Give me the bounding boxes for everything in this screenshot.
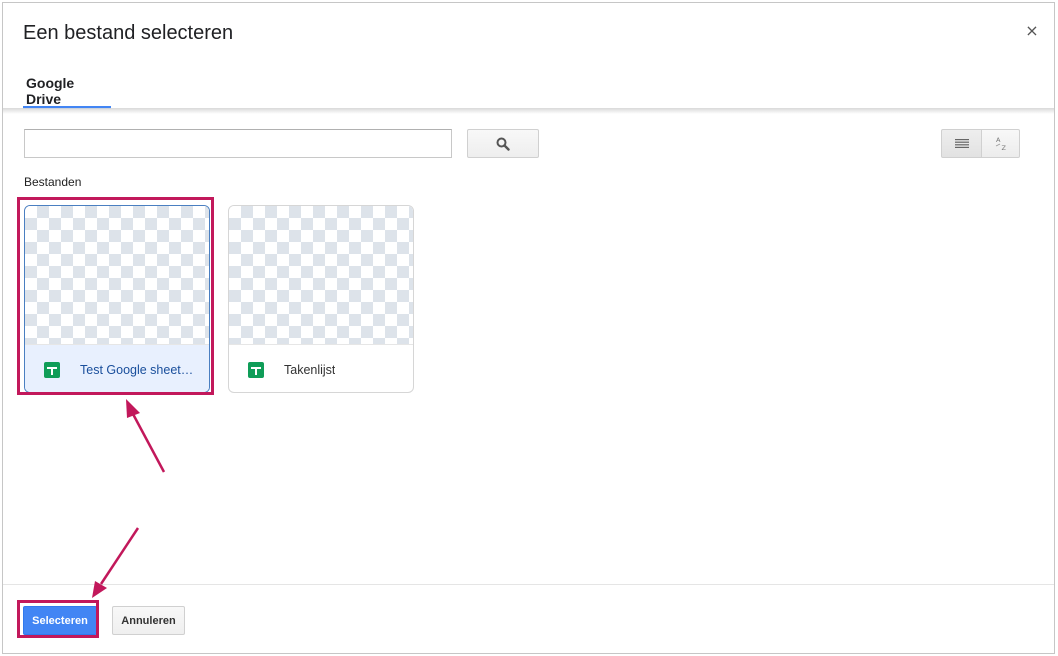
- file-name: Takenlijst: [284, 362, 336, 377]
- search-button[interactable]: [467, 129, 539, 158]
- cancel-button[interactable]: Annuleren: [112, 606, 185, 635]
- list-view-button[interactable]: [941, 129, 982, 158]
- sheets-icon: [248, 361, 264, 378]
- view-options: A Z: [941, 129, 1020, 158]
- file-card-takenlijst[interactable]: Takenlijst: [228, 205, 414, 393]
- dialog-title: Een bestand selecteren: [23, 22, 234, 44]
- search-input[interactable]: [24, 129, 452, 158]
- sort-button[interactable]: A Z: [982, 129, 1020, 158]
- sort-az-icon: A Z: [995, 136, 1006, 152]
- files-section-label: Bestanden: [24, 175, 82, 189]
- file-thumbnail: [229, 206, 413, 344]
- file-picker-dialog: Een bestand selecteren × Google Drive A …: [2, 2, 1055, 654]
- select-button[interactable]: Selecteren: [23, 606, 97, 635]
- file-card-footer: Test Google sheet…: [25, 344, 209, 392]
- footer-divider: [3, 584, 1054, 585]
- tab-google-drive[interactable]: Google Drive: [23, 63, 111, 109]
- file-card-test-google-sheet[interactable]: Test Google sheet…: [24, 205, 210, 393]
- file-thumbnail: [25, 206, 209, 344]
- list-view-icon: [954, 138, 969, 148]
- svg-text:A: A: [996, 136, 1001, 144]
- file-name: Test Google sheet…: [80, 362, 194, 377]
- search-icon: [496, 137, 510, 151]
- sheets-icon: [44, 361, 60, 378]
- close-icon[interactable]: ×: [1024, 23, 1040, 39]
- svg-text:Z: Z: [1001, 144, 1006, 152]
- header-divider: [3, 108, 1054, 114]
- file-card-footer: Takenlijst: [229, 344, 413, 392]
